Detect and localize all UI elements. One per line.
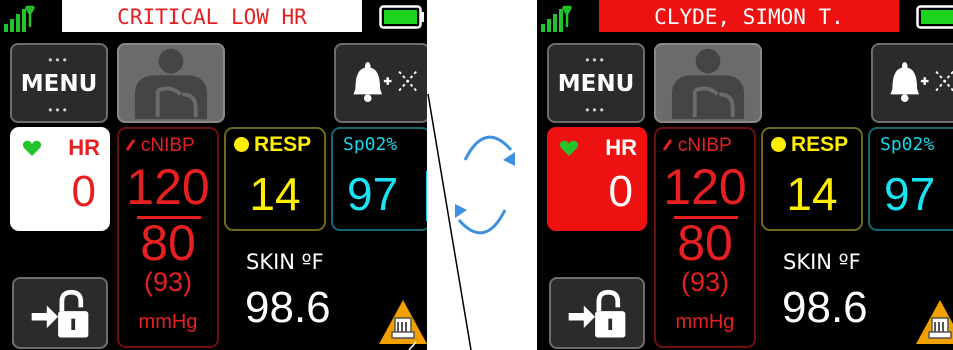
- battery-icon: [916, 5, 953, 29]
- spo2-label: Sp02%: [343, 134, 398, 155]
- skin-temp-label: SKIN ºF: [246, 250, 324, 274]
- cycle-arrows-icon: [455, 135, 515, 235]
- resp-dot-icon: [771, 137, 786, 152]
- menu-dots-icon: •••: [48, 103, 70, 117]
- hr-tile[interactable]: HR 0: [10, 127, 110, 231]
- skin-temp-label: SKIN ºF: [783, 250, 861, 274]
- alarm-title-bar: CRITICAL LOW HR: [62, 0, 362, 32]
- nibp-mean: (93): [143, 267, 192, 297]
- heart-icon: [559, 140, 579, 156]
- spo2-value: 97: [884, 168, 936, 220]
- menu-dots-icon: •••: [48, 53, 70, 67]
- alarm-silence-button[interactable]: [871, 43, 953, 123]
- spo2-label: Sp02%: [880, 134, 935, 155]
- skin-temp-value: 98.6: [782, 283, 868, 332]
- resp-label: RESP: [791, 133, 849, 156]
- resp-value: 14: [786, 168, 838, 220]
- exit-unlock-button[interactable]: [549, 277, 645, 349]
- battery-warning-icon[interactable]: [377, 298, 427, 346]
- alarm-bell-mute-icon: [890, 62, 953, 102]
- alarm-bell-mute-icon: [353, 62, 417, 102]
- nibp-label: cNIBP: [662, 135, 732, 157]
- nibp-systolic: 120: [663, 159, 747, 215]
- spo2-tile[interactable]: Sp02% 97: [331, 127, 427, 231]
- menu-dots-icon: •••: [585, 103, 607, 117]
- nibp-label-text: cNIBP: [677, 135, 732, 156]
- spo2-value: 97: [347, 168, 399, 220]
- nibp-unit: mmHg: [675, 311, 735, 333]
- patient-button[interactable]: [654, 43, 762, 123]
- skin-temp-value: 98.6: [245, 283, 331, 332]
- battery-warning-icon[interactable]: [914, 298, 953, 346]
- unlock-exit-icon: [31, 289, 89, 338]
- hr-label: HR: [68, 135, 100, 160]
- menu-dots-icon: •••: [585, 53, 607, 67]
- resp-tile[interactable]: RESP 14: [761, 127, 863, 231]
- nibp-tile[interactable]: cNIBP 120 80 (93) mmHg: [117, 127, 219, 348]
- nibp-diastolic: 80: [677, 215, 733, 271]
- hr-value: 0: [71, 167, 96, 216]
- resp-label: RESP: [254, 133, 312, 156]
- heart-icon: [22, 140, 42, 156]
- spo2-tile[interactable]: Sp02% 97: [868, 127, 953, 231]
- nibp-systolic: 120: [126, 159, 210, 215]
- battery-icon: [379, 5, 424, 29]
- signal-strength-icon: [4, 5, 36, 32]
- unlock-exit-icon: [568, 289, 626, 338]
- nibp-mean: (93): [680, 267, 729, 297]
- nibp-label: cNIBP: [125, 135, 195, 157]
- patient-torso-icon: [134, 48, 208, 120]
- nibp-unit: mmHg: [138, 311, 198, 333]
- hr-tile[interactable]: HR 0: [547, 127, 647, 231]
- hr-label: HR: [605, 135, 637, 160]
- nibp-diastolic: 80: [140, 215, 196, 271]
- nibp-label-text: cNIBP: [140, 135, 195, 156]
- resp-tile[interactable]: RESP 14: [224, 127, 326, 231]
- signal-strength-icon: [541, 5, 573, 32]
- patient-title-bar: CLYDE, SIMON T.: [599, 0, 899, 32]
- hr-value: 0: [608, 167, 633, 216]
- resp-value: 14: [249, 168, 301, 220]
- menu-label: MENU: [20, 71, 98, 97]
- resp-dot-icon: [234, 137, 249, 152]
- nibp-tile[interactable]: cNIBP 120 80 (93) mmHg: [654, 127, 756, 348]
- menu-button[interactable]: ••• MENU •••: [547, 43, 645, 123]
- monitor-screen-patient: CLYDE, SIMON T. ••• MENU ••• HR 0 cNIBP …: [537, 0, 953, 350]
- exit-unlock-button[interactable]: [12, 277, 108, 349]
- menu-label: MENU: [557, 71, 635, 97]
- patient-button[interactable]: [117, 43, 225, 123]
- monitor-screen-critical: CRITICAL LOW HR ••• MENU ••• HR 0 cNIBP …: [0, 0, 427, 350]
- spo2-pleth-bar: [426, 171, 427, 221]
- alarm-silence-button[interactable]: [334, 43, 427, 123]
- menu-button[interactable]: ••• MENU •••: [10, 43, 108, 123]
- patient-torso-icon: [671, 48, 745, 120]
